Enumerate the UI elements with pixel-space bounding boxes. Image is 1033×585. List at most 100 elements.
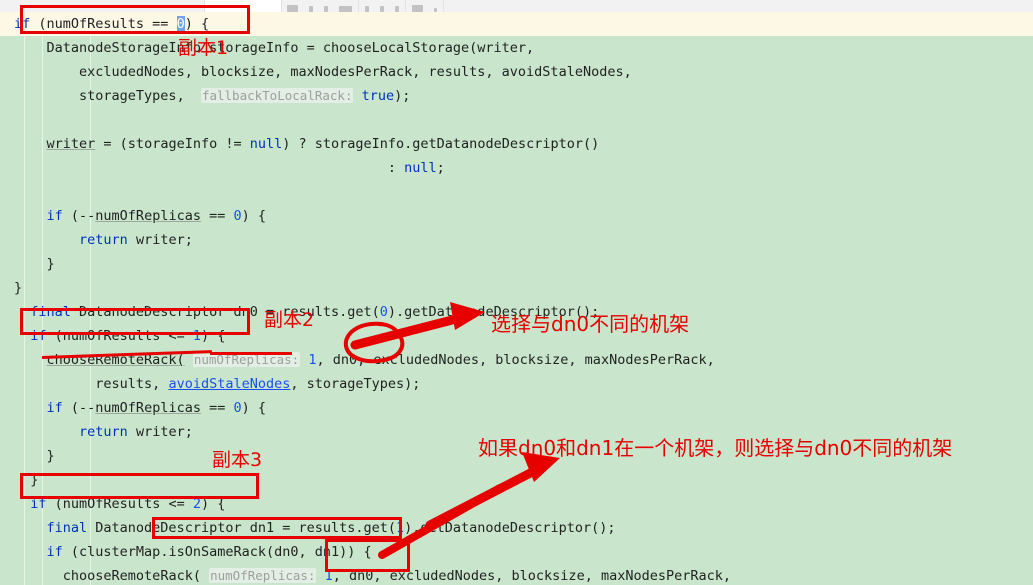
code-line[interactable]: } xyxy=(0,252,1033,276)
code-line[interactable]: if (clusterMap.isOnSameRack(dn0, dn1)) { xyxy=(0,540,1033,564)
code-token: ) { xyxy=(184,16,210,32)
code-token: DatanodeDescriptor dn0 = results.get( xyxy=(70,304,380,320)
code-line[interactable]: if (--numOfReplicas == 0) { xyxy=(0,204,1033,228)
code-token: final xyxy=(46,520,88,536)
code-token: ); xyxy=(394,88,411,104)
code-token: 1 xyxy=(324,568,333,584)
code-token: if xyxy=(46,400,63,416)
code-line[interactable] xyxy=(0,180,1033,204)
code-line[interactable]: results, avoidStaleNodes, storageTypes); xyxy=(0,372,1033,396)
code-line[interactable]: storageTypes, fallbackToLocalRack: true)… xyxy=(0,84,1033,108)
undo-icon[interactable] xyxy=(287,5,298,12)
code-token: } xyxy=(46,256,55,272)
code-token: results, xyxy=(95,376,169,392)
code-token: null xyxy=(404,160,437,176)
code-line[interactable]: : null; xyxy=(0,156,1033,180)
code-line[interactable]: chooseRemoteRack( numOfReplicas: 1, dn0,… xyxy=(0,564,1033,585)
code-token: } xyxy=(14,280,23,296)
code-lines[interactable]: if (numOfResults == 0) { DatanodeStorage… xyxy=(0,12,1033,585)
code-line[interactable]: if (numOfResults <= 1) { xyxy=(0,324,1033,348)
code-line[interactable] xyxy=(0,108,1033,132)
code-token: (-- xyxy=(62,208,96,224)
code-token: , dn0, excludedNodes, blocksize, maxNode… xyxy=(332,568,731,584)
code-token: } xyxy=(30,472,39,488)
code-token: ) { xyxy=(241,208,267,224)
code-line[interactable]: chooseRemoteRack( numOfReplicas: 1, dn0,… xyxy=(0,348,1033,372)
code-token: avoidStaleNodes xyxy=(168,376,291,392)
code-line[interactable]: final DatanodeDescriptor dn1 = results.g… xyxy=(0,516,1033,540)
code-token: ).getDatanodeDescriptor(); xyxy=(387,304,600,320)
editor-tab-strip[interactable] xyxy=(0,0,282,12)
toolbar-group-navigation[interactable] xyxy=(281,0,359,12)
profile-icon[interactable] xyxy=(412,5,423,12)
code-token: ) ? storageInfo.getDatanodeDescriptor() xyxy=(282,136,600,152)
code-token: 1 xyxy=(192,328,201,344)
code-token: final xyxy=(30,304,71,320)
code-token: if xyxy=(30,328,47,344)
code-editor[interactable]: if (numOfResults == 0) { DatanodeStorage… xyxy=(0,12,1033,585)
code-token: return xyxy=(79,424,128,440)
editor-tab-active[interactable] xyxy=(204,0,282,12)
toolbar-group-run[interactable] xyxy=(359,0,406,12)
code-token: } xyxy=(46,448,55,464)
code-token: 0 xyxy=(233,208,242,224)
code-token: numOfReplicas xyxy=(95,400,201,416)
code-token: DatanodeStorageInfo storageInfo = choose… xyxy=(46,40,535,56)
code-line[interactable]: } xyxy=(0,444,1033,468)
code-line[interactable]: if (--numOfReplicas == 0) { xyxy=(0,396,1033,420)
code-token: , storageTypes); xyxy=(290,376,421,392)
code-line[interactable]: excludedNodes, blocksize, maxNodesPerRac… xyxy=(0,60,1033,84)
code-token: excludedNodes, blocksize, maxNodesPerRac… xyxy=(79,64,632,80)
code-line[interactable]: if (numOfResults <= 2) { xyxy=(0,492,1033,516)
code-token: if xyxy=(14,16,31,32)
code-token: chooseRemoteRack( xyxy=(46,352,185,368)
code-line[interactable]: if (numOfResults == 0) { xyxy=(0,12,1033,36)
code-token: == xyxy=(200,208,234,224)
code-token: 0 xyxy=(379,304,388,320)
code-line[interactable]: DatanodeStorageInfo storageInfo = choose… xyxy=(0,36,1033,60)
code-line[interactable]: } xyxy=(0,276,1033,300)
code-line[interactable]: return writer; xyxy=(0,420,1033,444)
code-token: writer; xyxy=(127,232,193,248)
code-line[interactable]: } xyxy=(0,468,1033,492)
code-token: (numOfResults <= xyxy=(46,496,193,512)
code-token: ) { xyxy=(200,328,226,344)
code-token: : xyxy=(387,160,405,176)
code-token: writer; xyxy=(127,424,193,440)
code-token: ) { xyxy=(241,400,267,416)
code-token: chooseRemoteRack( xyxy=(62,568,201,584)
code-token: true xyxy=(361,88,395,104)
code-token: if xyxy=(46,208,63,224)
code-token: DatanodeDescriptor dn1 = results.get( xyxy=(87,520,397,536)
code-line[interactable]: writer = (storageInfo != null) ? storage… xyxy=(0,132,1033,156)
code-line[interactable]: return writer; xyxy=(0,228,1033,252)
code-token: (-- xyxy=(62,400,96,416)
code-token: (clusterMap.isOnSameRack(dn0, dn1)) { xyxy=(62,544,372,560)
code-token: return xyxy=(79,232,128,248)
toolbar-group-profile[interactable] xyxy=(406,0,444,12)
code-line[interactable]: final DatanodeDescriptor dn0 = results.g… xyxy=(0,300,1033,324)
code-token: , dn0, excludedNodes, blocksize, maxNode… xyxy=(316,352,715,368)
code-token: 2 xyxy=(192,496,201,512)
ide-window: if (numOfResults == 0) { DatanodeStorage… xyxy=(0,0,1033,585)
